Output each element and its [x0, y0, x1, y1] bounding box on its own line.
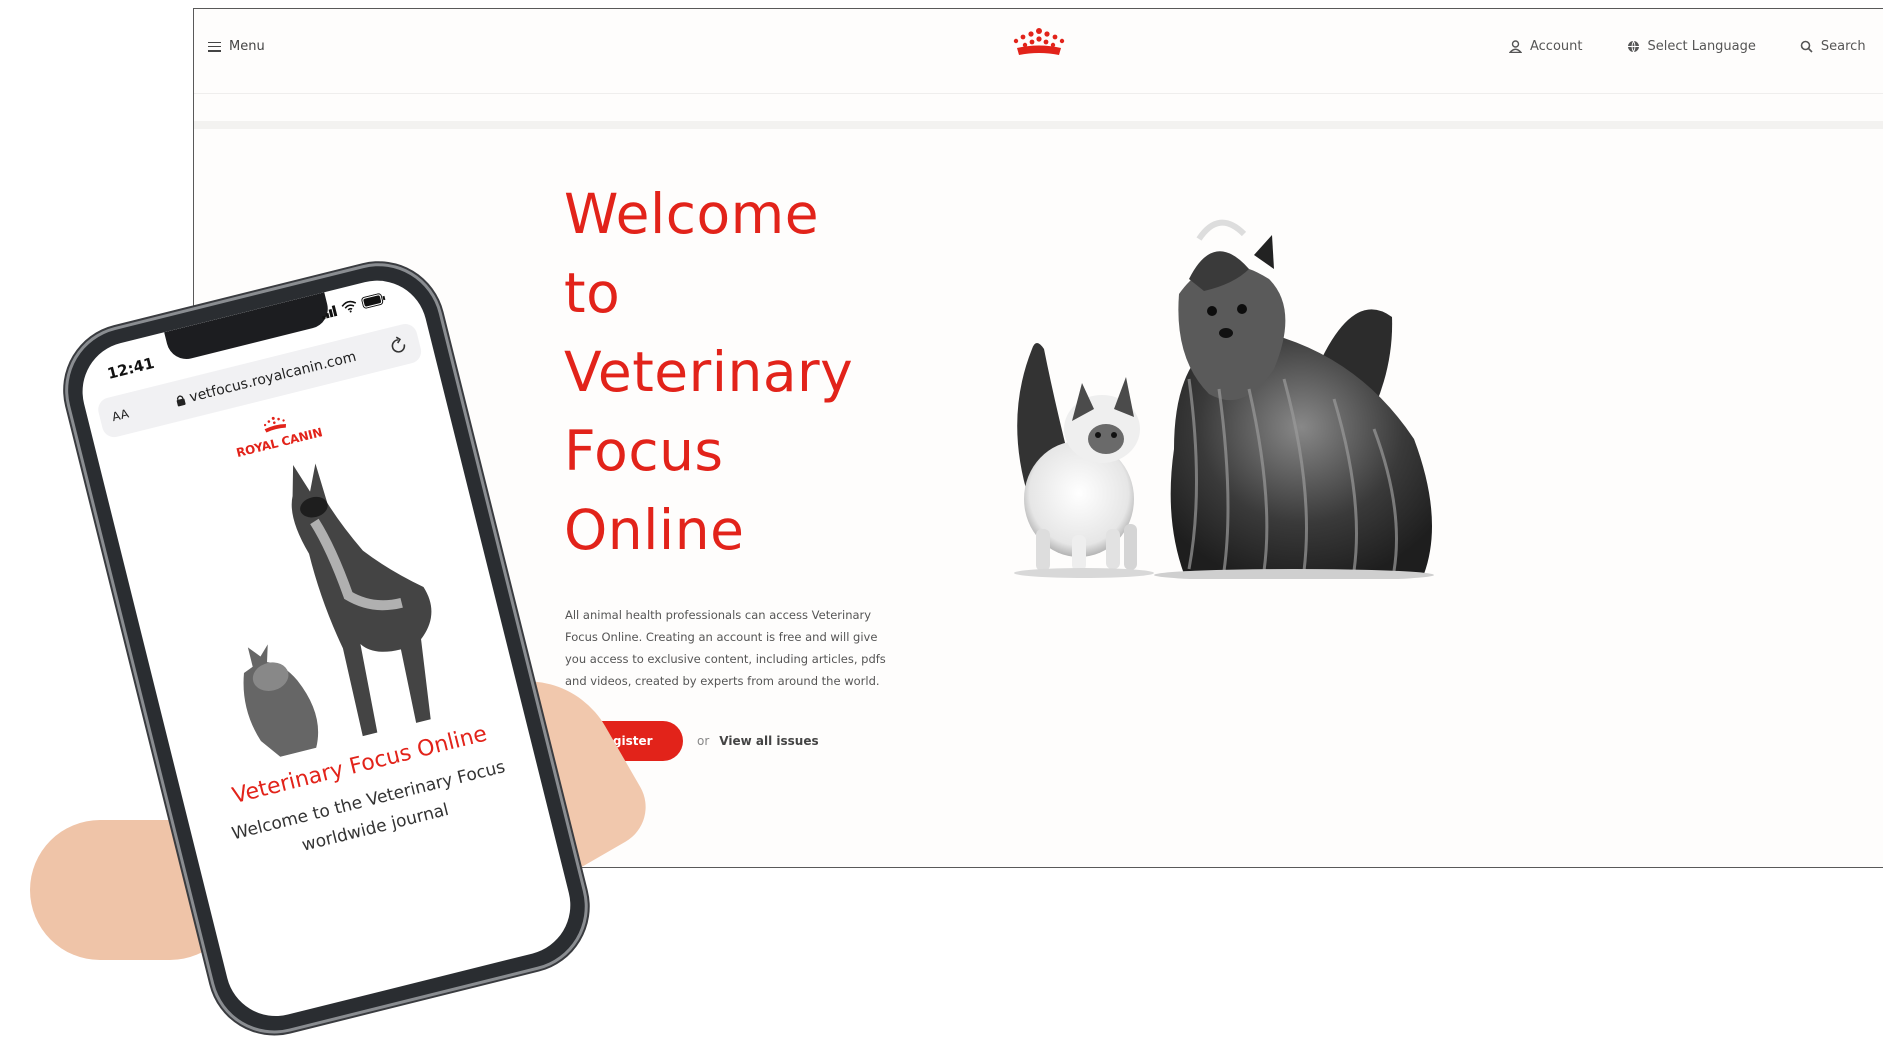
search-label: Search — [1820, 39, 1866, 54]
phone-hero-image — [243, 463, 432, 757]
crown-logo-icon[interactable] — [1011, 27, 1067, 59]
header-actions: Account Select Language Search — [1509, 39, 1883, 54]
signal-icon — [321, 304, 338, 319]
menu-label: Menu — [229, 39, 265, 54]
account-button[interactable]: Account — [1509, 39, 1583, 54]
url-field[interactable]: vetfocus.royalcanin.com — [174, 349, 358, 409]
view-all-issues-link[interactable]: View all issues — [719, 734, 818, 748]
hero-pets-image — [1014, 219, 1434, 579]
reload-icon[interactable] — [389, 334, 409, 355]
status-time: 12:41 — [105, 353, 157, 383]
yorkshire-terrier-illustration — [1154, 219, 1434, 579]
hero-title-line: Welcome — [564, 182, 820, 246]
lock-icon — [176, 395, 186, 407]
url-text: vetfocus.royalcanin.com — [187, 348, 358, 406]
hero-title: Welcome to Veterinary Focus Online — [564, 175, 924, 570]
hero-title-line: Veterinary — [564, 340, 854, 404]
search-icon — [1800, 40, 1813, 53]
account-icon — [1509, 40, 1522, 53]
hero-title-line: Online — [564, 498, 745, 562]
menu-icon — [208, 41, 221, 52]
status-icons — [320, 292, 387, 320]
crown-logo-icon — [263, 416, 286, 433]
hero-description: All animal health professionals can acce… — [565, 608, 886, 688]
text-size-button[interactable]: AA — [110, 406, 130, 424]
globe-icon — [1627, 40, 1639, 53]
site-header: Menu Account Select Language Search — [194, 9, 1883, 94]
hero-title-line: Focus — [564, 419, 724, 483]
hero-title-line: to — [564, 261, 621, 325]
language-selector[interactable]: Select Language — [1627, 39, 1756, 54]
language-label: Select Language — [1647, 39, 1756, 54]
or-separator: or — [697, 734, 710, 748]
sub-navigation-bar — [194, 121, 1883, 129]
search-button[interactable]: Search — [1800, 39, 1866, 54]
menu-button[interactable]: Menu — [208, 39, 265, 54]
kitten-illustration — [1014, 343, 1154, 578]
account-label: Account — [1530, 39, 1583, 54]
battery-icon — [361, 293, 386, 309]
wifi-icon — [341, 300, 357, 313]
